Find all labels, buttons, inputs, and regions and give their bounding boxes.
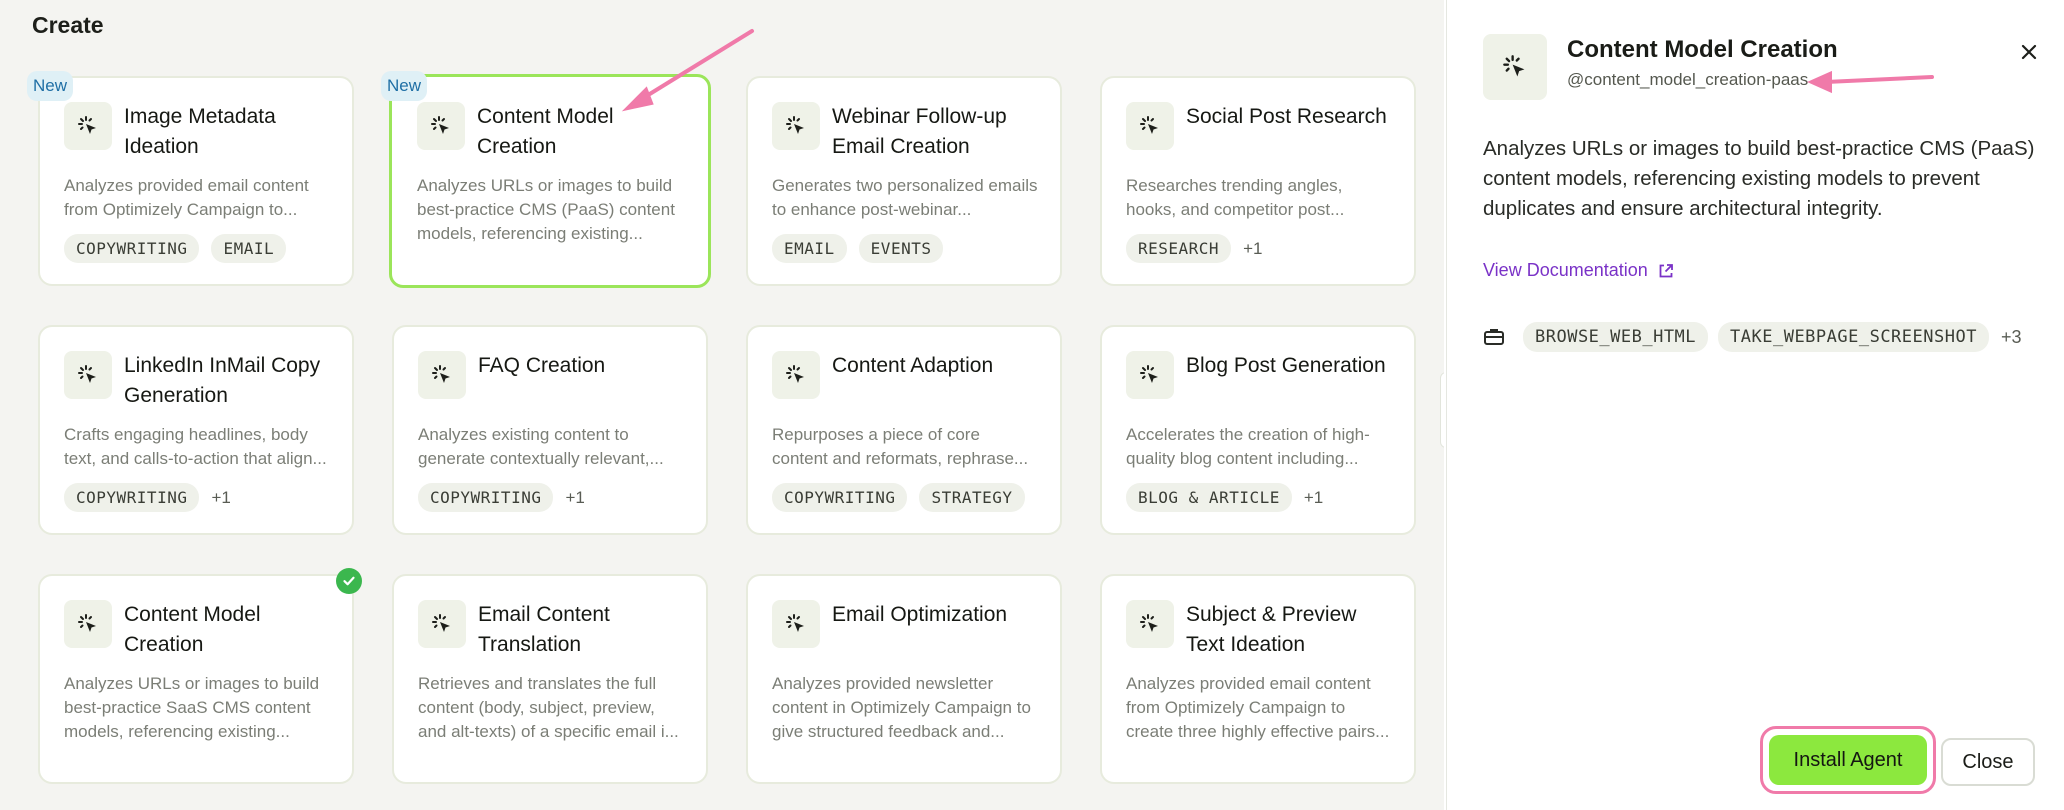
card-title: Email Content Translation [478, 603, 610, 656]
sparkle-cursor-icon [64, 600, 112, 648]
card-description: Analyzes provided email content from Opt… [64, 176, 309, 219]
card-description: Analyzes provided newsletter content in … [772, 674, 1031, 741]
card-title: Content Model Creation [477, 105, 614, 158]
more-tools-count: +3 [2000, 326, 2022, 347]
agent-card-selected[interactable]: Content Model Creation Analyzes URLs or … [389, 74, 711, 288]
agent-card[interactable]: Subject & Preview Text Ideation Analyzes… [1100, 574, 1416, 784]
card-title: Subject & Preview Text Ideation [1186, 603, 1357, 656]
sparkle-cursor-icon [64, 351, 112, 399]
toolbox-icon [1484, 329, 1504, 345]
card-title: LinkedIn InMail Copy Generation [124, 354, 321, 407]
card-tags: COPYWRITING STRATEGY [772, 483, 1025, 512]
agent-card[interactable]: Blog Post Generation Accelerates the cre… [1100, 325, 1416, 535]
card-title: Image Metadata Ideation [124, 105, 276, 158]
card-tags: COPYWRITING +1 [64, 483, 231, 512]
agent-card[interactable]: Image Metadata Ideation Analyzes provide… [38, 76, 354, 286]
agent-gallery: Create Image Metadata Ideation Analyzes … [0, 0, 1444, 810]
card-description: Analyzes URLs or images to build best-pr… [417, 176, 675, 243]
card-title: FAQ Creation [478, 354, 606, 377]
more-tags-count: +1 [565, 487, 585, 507]
sparkle-cursor-icon [1483, 34, 1547, 100]
sparkle-cursor-icon [1126, 351, 1174, 399]
page-title: Create [32, 12, 104, 38]
tools-list: BROWSE_WEB_HTML TAKE_WEBPAGE_SCREENSHOT … [1483, 322, 2021, 352]
card-title: Social Post Research [1186, 105, 1387, 128]
sparkle-cursor-icon [418, 600, 466, 648]
agent-card[interactable]: LinkedIn InMail Copy Generation Crafts e… [38, 325, 354, 535]
card-title: Email Optimization [832, 603, 1008, 626]
card-title: Content Adaption [832, 354, 994, 377]
more-tags-count: +1 [211, 487, 231, 507]
agent-card[interactable]: Email Optimization Analyzes provided new… [746, 574, 1062, 784]
sparkle-cursor-icon [772, 600, 820, 648]
tag: COPYWRITING [64, 234, 200, 263]
sparkle-cursor-icon [772, 102, 820, 150]
card-description: Retrieves and translates the full conten… [418, 674, 679, 741]
card-tags: COPYWRITING EMAIL [64, 234, 287, 263]
card-description: Accelerates the creation of high-quality… [1126, 425, 1370, 468]
card-description: Repurposes a piece of core content and r… [772, 425, 1029, 468]
sparkle-cursor-icon [418, 351, 466, 399]
tool-tag: BROWSE_WEB_HTML [1523, 322, 1709, 352]
card-tags: BLOG & ARTICLE +1 [1126, 483, 1323, 512]
doc-link-label: View Documentation [1483, 260, 1648, 280]
close-icon[interactable] [2013, 36, 2045, 68]
agent-card[interactable]: Webinar Follow-up Email Creation Generat… [746, 76, 1062, 286]
tool-tag: TAKE_WEBPAGE_SCREENSHOT [1718, 322, 1989, 352]
agent-handle: @content_model_creation-paas [1567, 70, 1809, 89]
card-description: Analyzes URLs or images to build best-pr… [64, 674, 320, 741]
panel-resize-handle[interactable] [1440, 372, 1444, 448]
card-tags: COPYWRITING +1 [418, 483, 585, 512]
card-description: Researches trending angles, hooks, and c… [1126, 176, 1345, 219]
tag: COPYWRITING [772, 483, 908, 512]
tag: BLOG & ARTICLE [1126, 483, 1292, 512]
tag: EMAIL [772, 234, 847, 263]
more-tags-count: +1 [1243, 238, 1263, 258]
new-badge: New [381, 71, 427, 101]
card-description: Analyzes provided email content from Opt… [1126, 674, 1390, 741]
sparkle-cursor-icon [417, 102, 465, 150]
agent-card[interactable]: Content Model Creation Analyzes URLs or … [38, 574, 354, 784]
external-link-icon [1659, 263, 1673, 277]
tag: EVENTS [858, 234, 944, 263]
agent-card[interactable]: Content Adaption Repurposes a piece of c… [746, 325, 1062, 535]
sparkle-cursor-icon [1126, 600, 1174, 648]
card-tags: RESEARCH +1 [1126, 234, 1262, 263]
agent-card[interactable]: Email Content Translation Retrieves and … [392, 574, 708, 784]
card-description: Crafts engaging headlines, body text, an… [64, 425, 327, 468]
more-tags-count: +1 [1303, 487, 1324, 507]
sparkle-cursor-icon [64, 102, 112, 150]
card-title: Content Model Creation [124, 603, 261, 656]
new-badge: New [27, 71, 73, 101]
card-description: Generates two personalized emails to enh… [772, 176, 1038, 219]
close-button[interactable]: Close [1941, 738, 2035, 786]
sparkle-cursor-icon [1126, 102, 1174, 150]
tag: RESEARCH [1126, 234, 1232, 263]
card-tags: EMAIL EVENTS [772, 234, 944, 263]
sparkle-cursor-icon [772, 351, 820, 399]
tag: COPYWRITING [418, 483, 554, 512]
panel-title: Content Model Creation [1567, 36, 1838, 63]
install-agent-button[interactable]: Install Agent [1769, 735, 1927, 785]
tag: STRATEGY [919, 483, 1025, 512]
panel-description: Analyzes URLs or images to build best-pr… [1483, 137, 2035, 220]
view-documentation-link[interactable]: View Documentation [1483, 260, 1674, 281]
agent-card[interactable]: FAQ Creation Analyzes existing content t… [392, 325, 708, 535]
tag: COPYWRITING [64, 483, 200, 512]
tag: EMAIL [211, 234, 287, 263]
agent-detail-panel: Content Model Creation @content_model_cr… [1446, 0, 2064, 810]
card-title: Blog Post Generation [1186, 354, 1386, 377]
agent-card[interactable]: Social Post Research Researches trending… [1100, 76, 1416, 286]
installed-check-icon [336, 568, 362, 594]
card-title: Webinar Follow-up Email Creation [832, 105, 1007, 158]
card-description: Analyzes existing content to generate co… [418, 425, 664, 468]
